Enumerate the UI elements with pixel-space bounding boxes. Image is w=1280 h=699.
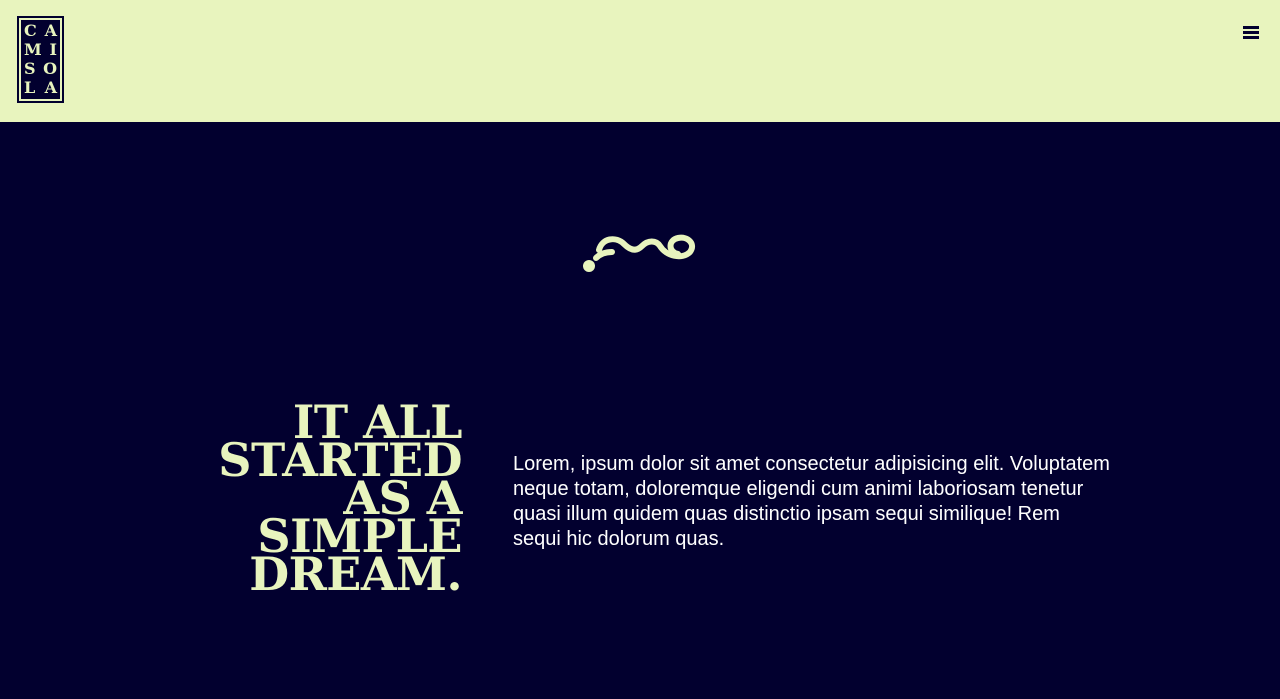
menu-bar <box>1243 26 1259 29</box>
logo-row: C A <box>24 22 57 41</box>
menu-bar <box>1243 36 1259 39</box>
site-header: C A M I S O L A <box>0 0 1280 122</box>
logo-letter: O <box>43 58 57 78</box>
hero-paragraph: Lorem, ipsum dolor sit amet consectetur … <box>513 453 1110 550</box>
logo-letter: L <box>24 77 36 97</box>
logo-mark: C A M I S O L A <box>21 20 60 99</box>
logo-row: M I <box>24 41 57 60</box>
logo-row: S O <box>24 60 57 79</box>
logo-letter: C <box>24 21 37 41</box>
logo-letter: A <box>44 77 57 97</box>
flourish-ornament-icon <box>583 234 696 272</box>
logo-row: L A <box>24 78 57 97</box>
hero-headline: IT ALL STARTED AS A SIMPLE DREAM. <box>200 399 462 601</box>
menu-bar <box>1243 31 1259 34</box>
camisola-logo[interactable]: C A M I S O L A <box>17 16 64 103</box>
logo-letter: S <box>24 58 36 78</box>
hamburger-menu-icon[interactable] <box>1242 24 1260 42</box>
logo-letter: A <box>44 21 57 41</box>
logo-letter: I <box>49 40 57 60</box>
logo-letter: M <box>24 40 42 60</box>
headline-line: DREAM. <box>249 547 462 601</box>
